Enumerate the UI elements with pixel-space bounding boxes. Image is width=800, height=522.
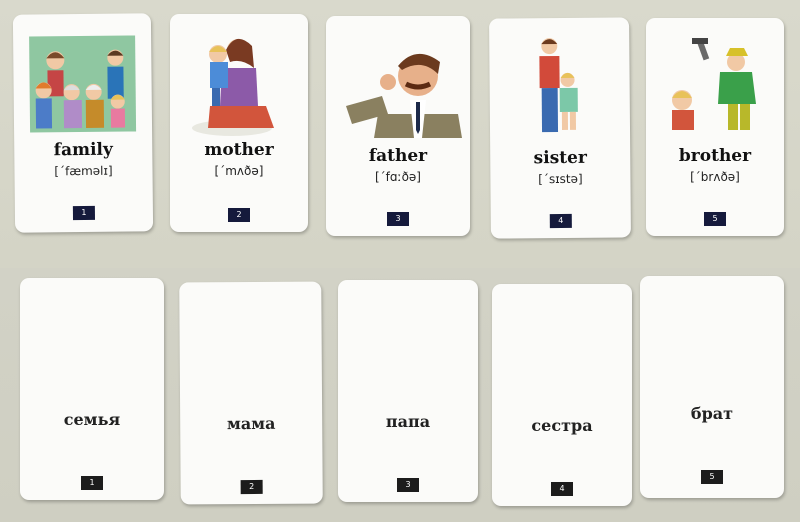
flashcard-sister[interactable]: sister [ˊsɪstə] 4 xyxy=(489,17,631,239)
word-english: family xyxy=(53,139,113,161)
card-number: 1 xyxy=(81,476,103,490)
family-group-illustration xyxy=(29,35,137,133)
transcription: [ˊmʌðə] xyxy=(214,164,264,178)
card-number: 5 xyxy=(704,212,726,226)
flashcard-mother[interactable]: mother [ˊmʌðə] 2 xyxy=(170,14,308,232)
card-number: 3 xyxy=(387,212,409,226)
transcription: [ˊfɑːðə] xyxy=(375,170,421,184)
word-english: sister xyxy=(533,147,587,169)
card-number: 4 xyxy=(551,482,573,496)
word-russian: семья xyxy=(63,410,121,429)
father-with-moustache-illustration xyxy=(346,53,462,138)
flashcard-russian-1[interactable]: семья 1 xyxy=(20,278,164,500)
card-number: 2 xyxy=(228,208,250,222)
card-number: 2 xyxy=(240,479,263,495)
word-russian: сестра xyxy=(531,416,593,435)
transcription: [ˊsɪstə] xyxy=(538,171,583,187)
word-russian: мама xyxy=(226,413,276,434)
flashcard-russian-3[interactable]: папа 3 xyxy=(338,280,478,502)
flashcard-family[interactable]: family [ˊfæməlɪ] 1 xyxy=(12,13,154,233)
word-english: brother xyxy=(678,146,752,166)
sisters-illustration xyxy=(539,38,578,133)
flashcard-russian-2[interactable]: мама 2 xyxy=(179,281,323,505)
flashcard-father[interactable]: father [ˊfɑːðə] 3 xyxy=(326,16,470,236)
word-english: mother xyxy=(204,140,274,160)
card-number: 4 xyxy=(549,213,572,229)
word-english: father xyxy=(368,146,428,166)
flashcard-russian-4[interactable]: сестра 4 xyxy=(492,284,632,506)
mother-holding-child-illustration xyxy=(192,38,274,136)
word-russian: папа xyxy=(385,412,431,431)
word-russian: брат xyxy=(690,404,734,423)
card-number: 3 xyxy=(397,478,419,492)
card-number: 5 xyxy=(701,470,723,484)
card-number: 1 xyxy=(72,205,96,221)
transcription: [ˊfæməlɪ] xyxy=(54,163,113,179)
flashcard-brother[interactable]: brother [ˊbrʌðə] 5 xyxy=(646,18,784,236)
flashcard-russian-5[interactable]: брат 5 xyxy=(640,276,784,498)
brothers-hammering-illustration xyxy=(672,38,756,130)
transcription: [ˊbrʌðə] xyxy=(690,170,740,184)
